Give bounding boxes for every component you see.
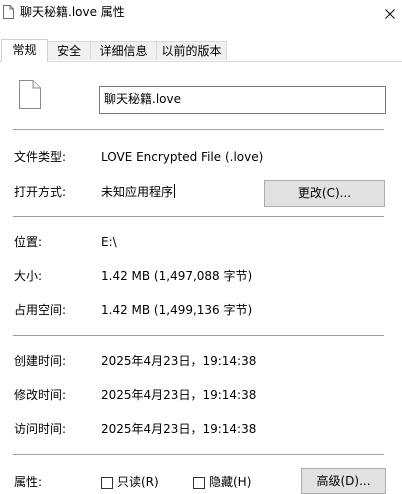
title-bar: 聊天秘籍.love 属性 — [0, 0, 402, 30]
size-value: 1.42 MB (1,497,088 字节) — [101, 269, 253, 283]
advanced-button[interactable]: 高级(D)... — [301, 468, 386, 494]
hidden-checkbox[interactable] — [193, 477, 205, 489]
modified-label: 修改时间: — [14, 388, 67, 402]
hidden-label[interactable]: 隐藏(H) — [209, 474, 251, 490]
separator — [13, 454, 384, 455]
separator — [13, 129, 384, 130]
size-label: 大小: — [14, 269, 43, 283]
window-title: 聊天秘籍.love 属性 — [20, 5, 125, 19]
open-with-label: 打开方式: — [14, 185, 67, 199]
file-type-value: LOVE Encrypted File (.love) — [101, 150, 264, 164]
file-name-text: 聊天秘籍.love — [104, 92, 181, 106]
readonly-label[interactable]: 只读(R) — [117, 474, 159, 490]
file-name-input[interactable]: 聊天秘籍.love — [99, 86, 386, 114]
accessed-value: 2025年4月23日，19:14:38 — [101, 422, 257, 436]
blank-document-icon — [19, 80, 41, 109]
readonly-checkbox[interactable] — [101, 477, 113, 489]
close-button[interactable] — [378, 0, 402, 28]
location-value: E:\ — [101, 235, 117, 249]
file-type-label: 文件类型: — [14, 150, 67, 164]
accessed-label: 访问时间: — [14, 422, 67, 436]
attributes-label: 属性: — [14, 475, 43, 489]
change-button[interactable]: 更改(C)... — [264, 180, 385, 207]
location-label: 位置: — [14, 235, 43, 249]
open-with-app-text: 未知应用程序 — [101, 185, 174, 199]
document-icon — [3, 5, 14, 19]
size-on-disk-label: 占用空间: — [14, 303, 67, 317]
separator — [13, 216, 384, 217]
tab-previous-versions[interactable]: 以前的版本 — [156, 41, 227, 60]
tab-general[interactable]: 常规 — [1, 39, 48, 62]
separator — [13, 335, 384, 336]
created-label: 创建时间: — [14, 354, 67, 368]
created-value: 2025年4月23日，19:14:38 — [101, 354, 257, 368]
size-on-disk-value: 1.42 MB (1,499,136 字节) — [101, 303, 253, 317]
modified-value: 2025年4月23日，19:14:38 — [101, 388, 257, 402]
tab-security[interactable]: 安全 — [47, 41, 91, 60]
tab-strip: 常规 安全 详细信息 以前的版本 — [0, 39, 402, 62]
text-cursor — [174, 184, 176, 198]
open-with-value: 未知应用程序 — [101, 184, 176, 200]
close-icon — [385, 9, 395, 19]
tab-details[interactable]: 详细信息 — [90, 41, 157, 60]
